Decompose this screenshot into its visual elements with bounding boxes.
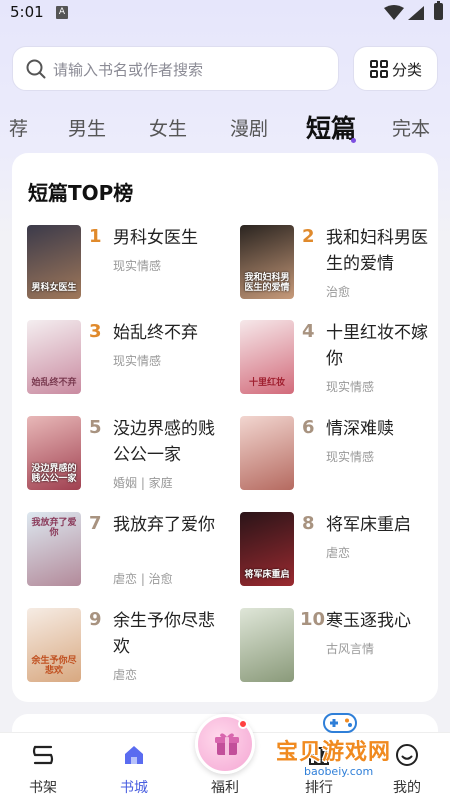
book-item[interactable]: 没边界感的贱公公一家 5 没边界感的贱公公一家 婚姻 | 家庭: [27, 416, 227, 496]
cover-title: 将军床重启: [244, 570, 290, 580]
signal-icon: [408, 6, 424, 20]
cover-title: 余生予你尽悲欢: [31, 656, 77, 676]
book-title: 情深难赎: [326, 419, 394, 439]
cover-title: 我和妇科男医生的爱情: [244, 273, 290, 293]
category-button[interactable]: 分类: [353, 46, 438, 91]
cover-title: 没边界感的贱公公一家: [31, 464, 77, 484]
book-rank: 6: [302, 417, 315, 438]
book-rank: 9: [89, 609, 102, 630]
book-title: 我放弃了爱你: [113, 515, 215, 535]
ranking-card: 短篇TOP榜 男科女医生 1 男科女医生 现实情感 我和妇科男医生的爱情 2 我…: [12, 153, 438, 702]
ranking-title: 短篇TOP榜: [28, 181, 134, 205]
watermark: 宝贝游戏网 baobeiy.com: [276, 708, 436, 788]
book-tags: 现实情感: [326, 450, 375, 464]
search-placeholder: 请输入书名或作者搜索: [53, 61, 204, 79]
search-icon: [26, 59, 46, 79]
search-input[interactable]: 请输入书名或作者搜索: [12, 46, 339, 91]
notification-dot: [238, 719, 248, 729]
book-item[interactable]: 我和妇科男医生的爱情 2 我和妇科男医生的爱情 治愈: [240, 225, 440, 305]
book-title: 余生予你尽悲欢: [113, 611, 215, 657]
grid-icon: [370, 60, 388, 78]
cover-title: 我放弃了爱你: [31, 518, 77, 538]
book-cover: 余生予你尽悲欢: [27, 608, 81, 682]
book-cover: 我和妇科男医生的爱情: [240, 225, 294, 299]
status-time: 5:01: [10, 3, 44, 21]
book-tags: 婚姻 | 家庭: [113, 476, 173, 490]
book-tags: 虐恋: [113, 668, 138, 682]
tab-completed[interactable]: 完本: [392, 114, 430, 141]
book-rank: 2: [302, 226, 315, 247]
book-item[interactable]: 我放弃了爱你 7 我放弃了爱你 虐恋 | 治愈: [27, 512, 227, 592]
book-title: 没边界感的贱公公一家: [113, 419, 215, 465]
cover-title: 男科女医生: [31, 283, 77, 293]
book-cover: 将军床重启: [240, 512, 294, 586]
tab-comic-drama[interactable]: 漫剧: [230, 114, 268, 141]
tab-short-stories[interactable]: 短篇: [306, 109, 356, 145]
book-rank: 5: [89, 417, 102, 438]
book-rank: 10: [300, 609, 326, 630]
book-rank: 8: [302, 513, 315, 534]
book-rank: 1: [89, 226, 102, 247]
book-item[interactable]: 始乱终不弃 3 始乱终不弃 现实情感: [27, 320, 227, 400]
book-item[interactable]: 将军床重启 8 将军床重启 虐恋: [240, 512, 440, 592]
bookstore-icon: [125, 746, 143, 764]
book-cover: 我放弃了爱你: [27, 512, 81, 586]
category-label: 分类: [392, 61, 423, 79]
book-title: 始乱终不弃: [113, 323, 198, 343]
nav-bookstore[interactable]: 书城: [94, 733, 174, 800]
wifi-icon: [384, 5, 404, 20]
book-item[interactable]: 十里红妆 4 十里红妆不嫁你 现实情感: [240, 320, 440, 400]
book-cover: 男科女医生: [27, 225, 81, 299]
book-cover: 始乱终不弃: [27, 320, 81, 394]
book-cover: 十里红妆: [240, 320, 294, 394]
tab-male[interactable]: 男生: [68, 114, 106, 141]
battery-icon: [434, 1, 443, 20]
book-tags: 现实情感: [113, 354, 162, 368]
cover-title: 十里红妆: [248, 378, 285, 388]
nav-label: 书架: [29, 780, 57, 796]
book-item[interactable]: 10 寒玉逐我心 古风言情: [240, 608, 440, 688]
book-rank: 3: [89, 321, 102, 342]
book-rank: 7: [89, 513, 102, 534]
book-rank: 4: [302, 321, 315, 342]
book-title: 男科女医生: [113, 228, 198, 248]
watermark-url: baobeiy.com: [300, 765, 378, 778]
book-tags: 现实情感: [326, 380, 375, 394]
cover-title: 始乱终不弃: [31, 378, 77, 388]
book-tags: 古风言情: [326, 642, 375, 656]
gift-icon: [215, 733, 239, 755]
tab-recommend[interactable]: 荐: [9, 114, 28, 141]
nav-label: 福利: [211, 780, 239, 796]
book-item[interactable]: 男科女医生 1 男科女医生 现实情感: [27, 225, 227, 305]
book-title: 我和妇科男医生的爱情: [326, 228, 428, 274]
bookshelf-icon: [32, 745, 54, 765]
book-title: 将军床重启: [326, 515, 411, 535]
book-item[interactable]: 余生予你尽悲欢 9 余生予你尽悲欢 虐恋: [27, 608, 227, 688]
gamepad-icon: [323, 713, 357, 733]
nav-bookshelf[interactable]: 书架: [3, 733, 83, 800]
book-title: 寒玉逐我心: [326, 611, 411, 631]
book-tags: 现实情感: [113, 259, 162, 273]
category-tabs: 荐 男生 女生 漫剧 短篇 完本: [0, 108, 450, 148]
sim-card-icon: A: [56, 6, 68, 19]
book-tags: 虐恋: [326, 546, 351, 560]
active-tab-indicator: [351, 138, 356, 143]
watermark-text: 宝贝游戏网: [276, 740, 392, 765]
book-tags: 虐恋 | 治愈: [113, 572, 173, 586]
book-title: 十里红妆不嫁你: [326, 323, 428, 369]
book-cover: [240, 608, 294, 682]
tab-female[interactable]: 女生: [149, 114, 187, 141]
nav-label: 书城: [120, 780, 148, 796]
book-cover: 没边界感的贱公公一家: [27, 416, 81, 490]
status-bar: 5:01 A: [0, 0, 450, 26]
book-cover: [240, 416, 294, 490]
book-tags: 治愈: [326, 285, 351, 299]
book-item[interactable]: 6 情深难赎 现实情感: [240, 416, 440, 496]
